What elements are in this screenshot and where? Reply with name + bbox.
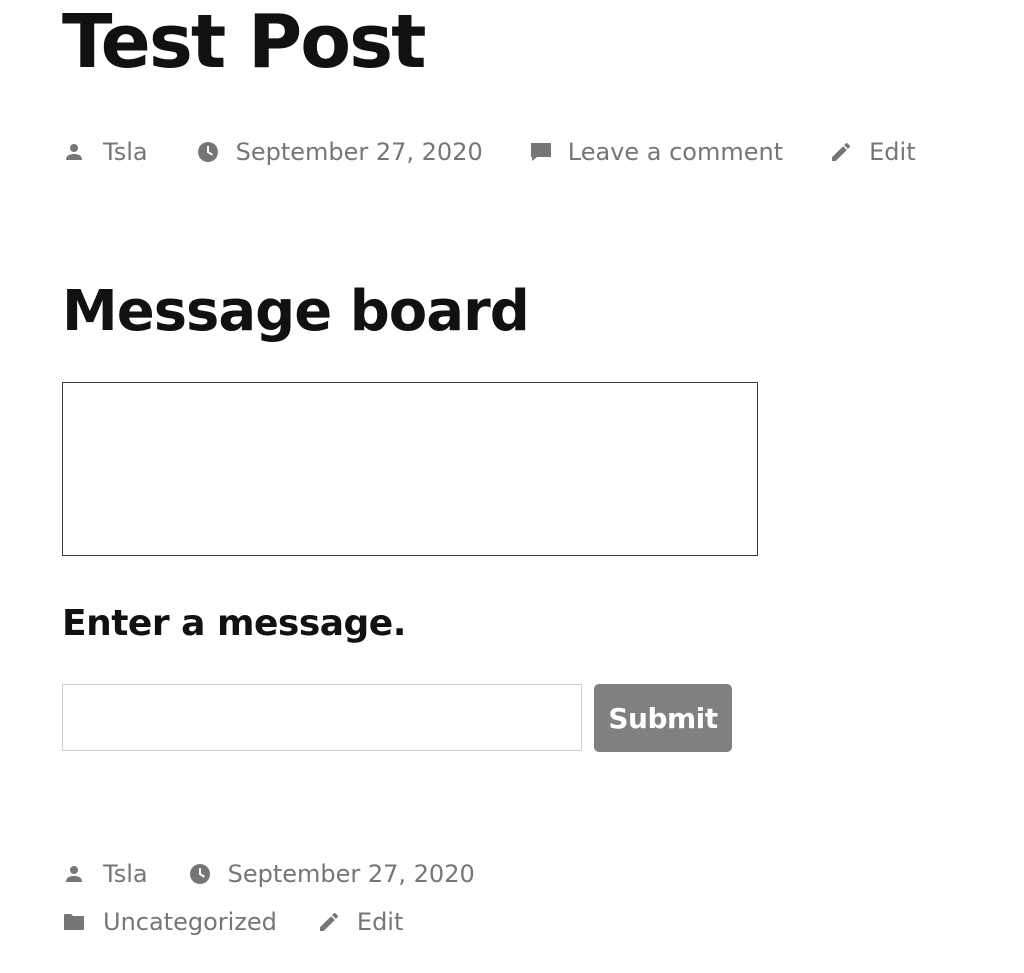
category-link[interactable]: Uncategorized xyxy=(103,908,277,936)
footer-edit-link[interactable]: Edit xyxy=(357,908,403,936)
person-icon xyxy=(66,144,82,160)
edit-link[interactable]: Edit xyxy=(869,138,915,166)
message-display-box xyxy=(62,382,758,556)
pencil-icon xyxy=(319,912,338,931)
footer-meta-category: Uncategorized xyxy=(62,908,277,936)
footer-author-link[interactable]: Tsla xyxy=(103,860,148,888)
date-link[interactable]: September 27, 2020 xyxy=(236,138,483,166)
post-title: Test Post xyxy=(62,0,427,85)
clock-icon xyxy=(197,142,218,162)
message-input[interactable] xyxy=(62,684,582,751)
meta-date: September 27, 2020 xyxy=(196,138,483,166)
footer-meta-date: September 27, 2020 xyxy=(188,860,475,888)
author-link[interactable]: Tsla xyxy=(103,138,148,166)
post-header-meta: Tsla September 27, 2020 Leave a comment … xyxy=(62,134,916,170)
footer-date-link[interactable]: September 27, 2020 xyxy=(228,860,475,888)
footer-meta-edit: Edit xyxy=(317,908,403,936)
footer-meta-author: Tsla xyxy=(62,860,148,888)
folder-icon xyxy=(64,914,84,930)
clock-icon xyxy=(189,864,210,884)
submit-button[interactable]: Submit xyxy=(594,684,732,752)
message-board-heading: Message board xyxy=(62,279,530,344)
leave-comment-link[interactable]: Leave a comment xyxy=(568,138,783,166)
pencil-icon xyxy=(832,142,851,161)
message-prompt-label: Enter a message. xyxy=(62,603,406,644)
post-footer-meta-row-2: Uncategorized Edit xyxy=(62,904,403,940)
meta-author: Tsla xyxy=(62,138,148,166)
speech-bubble-icon xyxy=(530,143,551,161)
person-icon xyxy=(66,866,82,882)
meta-comments: Leave a comment xyxy=(529,138,783,166)
post-footer-meta-row-1: Tsla September 27, 2020 xyxy=(62,856,475,892)
meta-edit: Edit xyxy=(829,138,916,166)
